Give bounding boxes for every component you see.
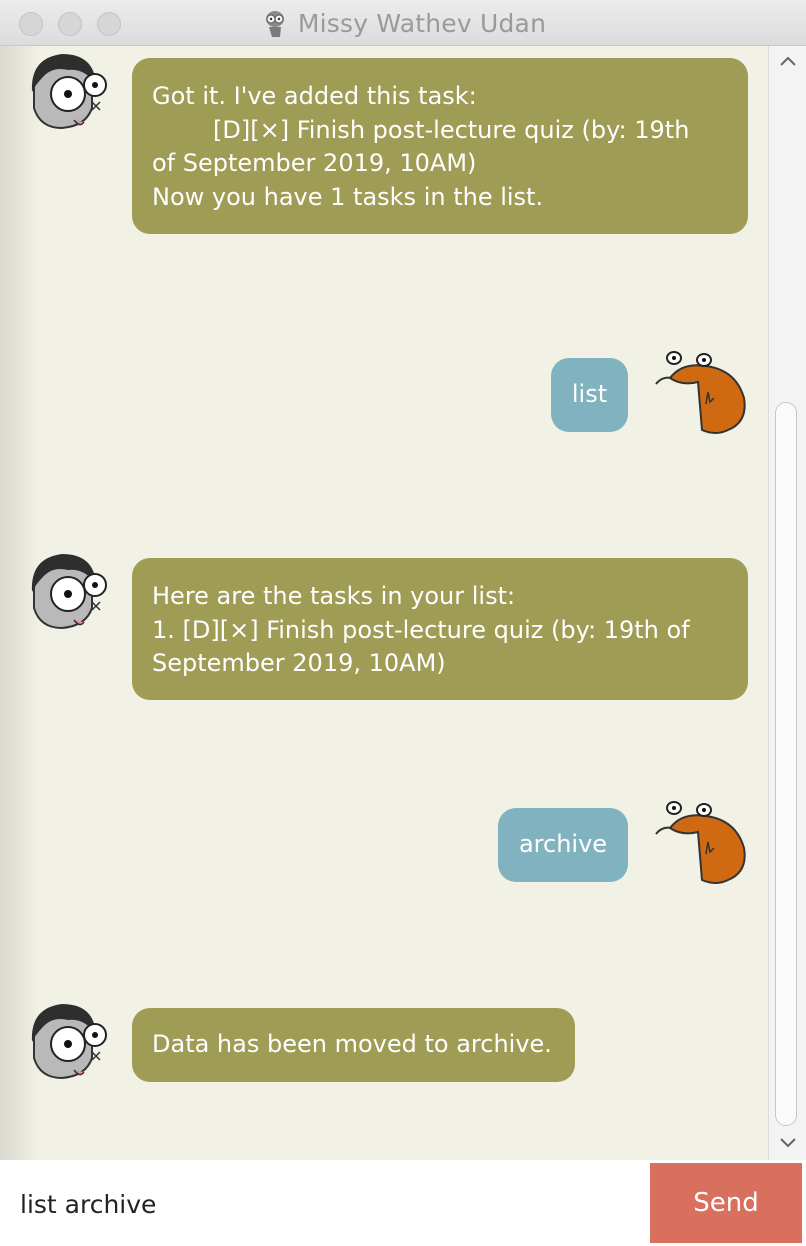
user-message-bubble: list — [551, 358, 628, 432]
chat-scrollbar[interactable] — [768, 46, 806, 1160]
scroll-up-arrow-icon[interactable] — [769, 46, 806, 76]
window-titlebar: Missy Wathev Udan — [0, 0, 806, 46]
message-line: 1. [D][×] Finish post-lecture quiz (by: … — [152, 615, 690, 644]
chat-dialog-container[interactable]: Got it. I've added this task: [D][×] Fin… — [0, 46, 768, 1160]
bot-message-bubble: Got it. I've added this task: [D][×] Fin… — [132, 58, 748, 234]
message-text: archive — [518, 830, 608, 859]
user-avatar — [655, 801, 746, 884]
user-avatar — [655, 351, 746, 434]
window-title: Missy Wathev Udan — [297, 8, 547, 38]
message-input[interactable] — [0, 1164, 648, 1244]
scrollbar-thumb[interactable] — [775, 402, 797, 1126]
app-icon — [265, 11, 284, 37]
bot-message-bubble: Here are the tasks in your list: 1. [D][… — [132, 558, 748, 700]
message-line: Data has been moved to archive. — [152, 1030, 552, 1059]
message-line: September 2019, 10AM) — [152, 649, 446, 677]
message-text: list — [571, 380, 608, 409]
message-line: Got it. I've added this task: — [152, 82, 477, 110]
message-line: [D][×] Finish post-lecture quiz (by: 19t… — [152, 115, 690, 144]
message-line: Here are the tasks in your list: — [152, 582, 516, 610]
message-line: of September 2019, 10AM) — [152, 149, 477, 177]
bot-avatar — [31, 1004, 107, 1080]
user-message-bubble: archive — [498, 808, 628, 882]
scroll-down-arrow-icon[interactable] — [769, 1128, 806, 1158]
window-title-container: Missy Wathev Udan — [0, 0, 806, 46]
bot-avatar — [31, 554, 107, 630]
message-line: Now you have 1 tasks in the list. — [152, 182, 544, 211]
bot-message-bubble: Data has been moved to archive. — [132, 1008, 575, 1082]
send-button[interactable]: Send — [650, 1163, 802, 1243]
input-bar: Send — [0, 1160, 806, 1246]
bot-avatar — [31, 54, 107, 130]
